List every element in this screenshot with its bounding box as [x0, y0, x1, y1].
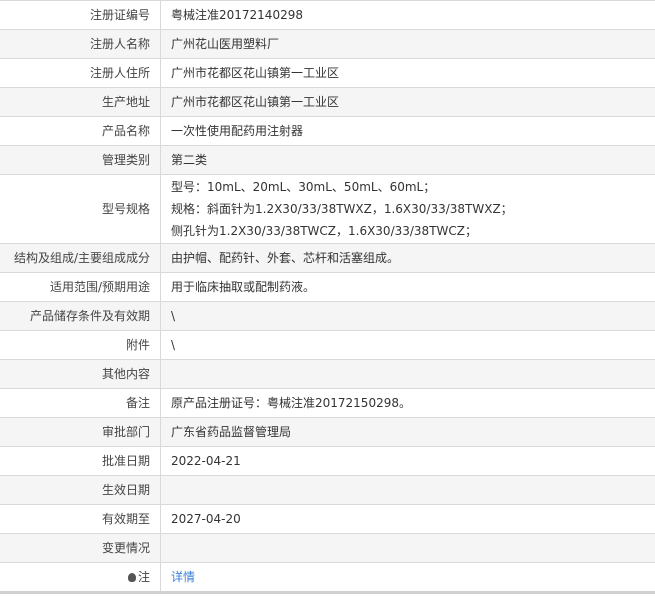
row-value: 详情 [160, 562, 655, 594]
spec-line: 规格：斜面针为1.2X30/33/38TWXZ，1.6X30/33/38TWXZ… [171, 202, 513, 216]
table-row: 注册人名称 广州花山医用塑料厂 [0, 29, 655, 59]
table-row: 型号规格 型号：10mL、20mL、30mL、50mL、60mL； 规格：斜面针… [0, 174, 655, 244]
table-row: 其他内容 [0, 359, 655, 389]
table-row: 产品储存条件及有效期 \ [0, 301, 655, 331]
row-value [160, 475, 655, 505]
row-value: 粤械注准20172140298 [160, 0, 655, 30]
details-link[interactable]: 详情 [171, 570, 195, 584]
registration-detail-table: 注册证编号 粤械注准20172140298 注册人名称 广州花山医用塑料厂 注册人住… [0, 0, 655, 594]
row-label: 注 [137, 570, 150, 584]
row-label: 备注 [0, 388, 161, 418]
row-label: 注册证编号 [0, 0, 161, 30]
row-label: 注册人名称 [0, 29, 161, 59]
row-label: 其他内容 [0, 359, 161, 389]
row-value: 2022-04-21 [160, 446, 655, 476]
table-row: 审批部门 广东省药品监督管理局 [0, 417, 655, 447]
note-label-cell: 注 [0, 562, 161, 594]
row-value [160, 533, 655, 563]
row-label: 产品储存条件及有效期 [0, 301, 161, 331]
row-value: \ [160, 301, 655, 331]
table-row: 生产地址 广州市花都区花山镇第一工业区 [0, 87, 655, 117]
table-row: 有效期至 2027-04-20 [0, 504, 655, 534]
row-label: 适用范围/预期用途 [0, 272, 161, 302]
table-row: 适用范围/预期用途 用于临床抽取或配制药液。 [0, 272, 655, 302]
row-label: 审批部门 [0, 417, 161, 447]
row-label: 结构及组成/主要组成成分 [0, 243, 161, 273]
table-row: 结构及组成/主要组成成分 由护帽、配药针、外套、芯杆和活塞组成。 [0, 243, 655, 273]
row-value: 型号：10mL、20mL、30mL、50mL、60mL； 规格：斜面针为1.2X… [160, 174, 655, 244]
row-value: 广州市花都区花山镇第一工业区 [160, 87, 655, 117]
row-label: 生效日期 [0, 475, 161, 505]
row-label: 附件 [0, 330, 161, 360]
row-label: 有效期至 [0, 504, 161, 534]
table-row: 生效日期 [0, 475, 655, 505]
row-value: \ [160, 330, 655, 360]
table-row: 注册证编号 粤械注准20172140298 [0, 0, 655, 30]
row-label: 批准日期 [0, 446, 161, 476]
row-value: 广东省药品监督管理局 [160, 417, 655, 447]
row-label: 注册人住所 [0, 58, 161, 88]
table-row: 产品名称 一次性使用配药用注射器 [0, 116, 655, 146]
row-value: 第二类 [160, 145, 655, 175]
table-row: 变更情况 [0, 533, 655, 563]
row-value: 由护帽、配药针、外套、芯杆和活塞组成。 [160, 243, 655, 273]
model-line: 型号：10mL、20mL、30mL、50mL、60mL； [171, 180, 436, 194]
row-value: 广州花山医用塑料厂 [160, 29, 655, 59]
spec-line: 侧孔针为1.2X30/33/38TWCZ，1.6X30/33/38TWCZ； [171, 224, 477, 238]
table-row: 管理类别 第二类 [0, 145, 655, 175]
table-row: 注 详情 [0, 562, 655, 594]
table-row: 注册人住所 广州市花都区花山镇第一工业区 [0, 58, 655, 88]
row-label: 型号规格 [0, 174, 161, 244]
row-value: 2027-04-20 [160, 504, 655, 534]
row-value: 一次性使用配药用注射器 [160, 116, 655, 146]
table-row: 批准日期 2022-04-21 [0, 446, 655, 476]
row-label: 管理类别 [0, 145, 161, 175]
table-row: 备注 原产品注册证号：粤械注准20172150298。 [0, 388, 655, 418]
row-value: 广州市花都区花山镇第一工业区 [160, 58, 655, 88]
row-value [160, 359, 655, 389]
lightbulb-icon [127, 573, 136, 582]
row-label: 生产地址 [0, 87, 161, 117]
row-label: 产品名称 [0, 116, 161, 146]
row-label: 变更情况 [0, 533, 161, 563]
row-value: 用于临床抽取或配制药液。 [160, 272, 655, 302]
row-value: 原产品注册证号：粤械注准20172150298。 [160, 388, 655, 418]
table-row: 附件 \ [0, 330, 655, 360]
